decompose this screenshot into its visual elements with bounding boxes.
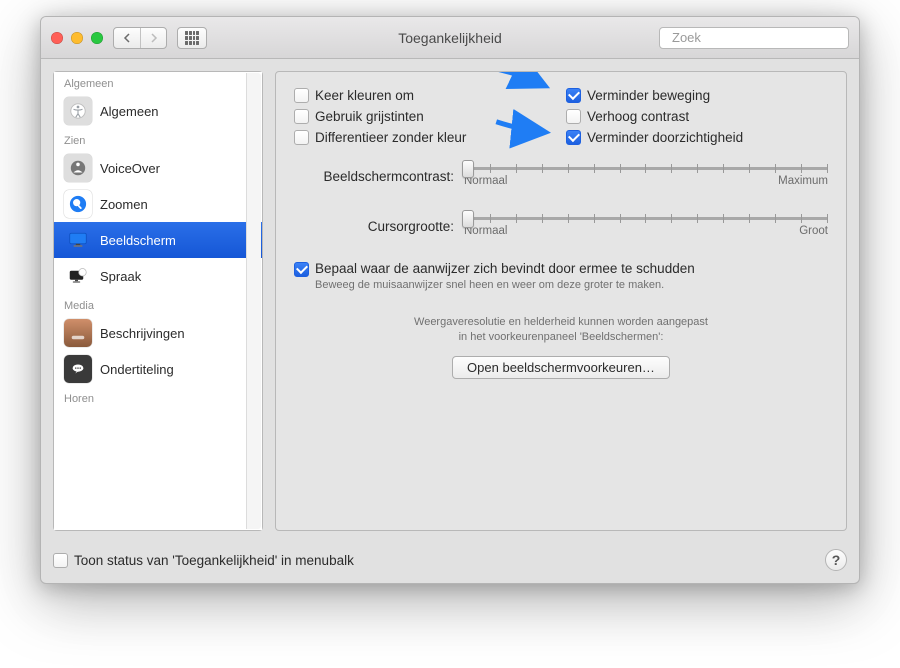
sidebar-item-label: Spraak — [100, 269, 141, 284]
sidebar-item-descriptions[interactable]: Beschrijvingen — [54, 315, 262, 351]
subtitles-icon — [64, 355, 92, 383]
slider-cursor-size: Cursorgrootte: Normaal Groot — [294, 211, 828, 241]
check-label: Gebruik grijstinten — [315, 109, 424, 124]
checkbox-icon — [53, 553, 68, 568]
slider-track[interactable]: Normaal Groot — [464, 211, 828, 241]
check-menubar-status[interactable]: Toon status van 'Toegankelijkheid' in me… — [53, 553, 354, 568]
sidebar-item-voiceover[interactable]: VoiceOver — [54, 150, 262, 186]
minimize-icon[interactable] — [71, 32, 83, 44]
slider-thumb[interactable] — [462, 210, 474, 228]
check-increase-contrast[interactable]: Verhoog contrast — [566, 109, 828, 124]
check-label: Verminder doorzichtigheid — [587, 130, 743, 145]
sidebar-heading-general: Algemeen — [54, 72, 262, 93]
sidebar: Algemeen Algemeen Zien VoiceOver — [53, 71, 263, 531]
sidebar-item-label: Zoomen — [100, 197, 148, 212]
checkbox-icon — [566, 130, 581, 145]
display-pane: Keer kleuren om Verminder beweging Gebru… — [275, 71, 847, 531]
descriptions-icon — [64, 319, 92, 347]
slider-label: Cursorgrootte: — [294, 219, 464, 234]
check-differentiate[interactable]: Differentieer zonder kleur — [294, 130, 556, 145]
sidebar-item-zoom[interactable]: Zoomen — [54, 186, 262, 222]
sidebar-item-label: Beschrijvingen — [100, 326, 185, 341]
sidebar-heading-seeing: Zien — [54, 129, 262, 150]
sidebar-item-subtitles[interactable]: Ondertiteling — [54, 351, 262, 387]
show-all-button[interactable] — [177, 27, 207, 49]
sidebar-item-label: Ondertiteling — [100, 362, 174, 377]
check-label: Verhoog contrast — [587, 109, 689, 124]
back-button[interactable] — [114, 28, 140, 48]
check-label: Verminder beweging — [587, 88, 710, 103]
slider-thumb[interactable] — [462, 160, 474, 178]
slider-track[interactable]: Normaal Maximum — [464, 161, 828, 191]
checkbox-icon — [294, 109, 309, 124]
sidebar-item-general[interactable]: Algemeen — [54, 93, 262, 129]
sidebar-heading-media: Media — [54, 294, 262, 315]
checkbox-icon — [294, 262, 309, 277]
forward-button[interactable] — [140, 28, 166, 48]
check-label: Keer kleuren om — [315, 88, 414, 103]
check-label: Differentieer zonder kleur — [315, 130, 466, 145]
search-field[interactable] — [659, 27, 849, 49]
body: Algemeen Algemeen Zien VoiceOver — [41, 59, 859, 543]
voiceover-icon — [64, 154, 92, 182]
titlebar: Toegankelijkheid — [41, 17, 859, 59]
slider-max-label: Groot — [799, 225, 828, 237]
check-invert-colors[interactable]: Keer kleuren om — [294, 88, 556, 103]
checkbox-icon — [566, 88, 581, 103]
checkbox-icon — [294, 88, 309, 103]
display-hint: Weergaveresolutie en helderheid kunnen w… — [294, 315, 828, 346]
window-footer: Toon status van 'Toegankelijkheid' in me… — [41, 543, 859, 583]
search-input[interactable] — [670, 29, 850, 46]
open-displays-prefs-button[interactable]: Open beeldschermvoorkeuren… — [452, 356, 670, 379]
help-button[interactable]: ? — [825, 549, 847, 571]
sidebar-heading-hearing: Horen — [54, 387, 262, 408]
zoom-icon — [64, 190, 92, 218]
accessibility-icon — [64, 97, 92, 125]
checkbox-icon — [566, 109, 581, 124]
zoom-icon[interactable] — [91, 32, 103, 44]
grid-icon — [185, 31, 199, 45]
window-controls — [51, 32, 103, 44]
display-icon — [64, 226, 92, 254]
check-shake-to-locate[interactable]: Bepaal waar de aanwijzer zich bevindt do… — [294, 261, 828, 277]
slider-max-label: Maximum — [778, 175, 828, 187]
checkbox-icon — [294, 130, 309, 145]
sidebar-item-label: Algemeen — [100, 104, 159, 119]
check-label: Bepaal waar de aanwijzer zich bevindt do… — [315, 261, 695, 276]
check-label: Toon status van 'Toegankelijkheid' in me… — [74, 553, 354, 568]
sidebar-item-speech[interactable]: Spraak — [54, 258, 262, 294]
sidebar-item-display[interactable]: Beeldscherm — [54, 222, 262, 258]
slider-display-contrast: Beeldschermcontrast: Normaal Maximum — [294, 161, 828, 191]
display-options: Keer kleuren om Verminder beweging Gebru… — [294, 88, 828, 145]
speech-icon — [64, 262, 92, 290]
check-grayscale[interactable]: Gebruik grijstinten — [294, 109, 556, 124]
check-reduce-transparency[interactable]: Verminder doorzichtigheid — [566, 130, 828, 145]
accessibility-window: Toegankelijkheid Algemeen — [40, 16, 860, 584]
nav-back-forward — [113, 27, 167, 49]
sidebar-scroll[interactable]: Algemeen Algemeen Zien VoiceOver — [54, 72, 262, 530]
sidebar-item-label: VoiceOver — [100, 161, 160, 176]
sidebar-item-label: Beeldscherm — [100, 233, 176, 248]
shake-subtext: Beweeg de muisaanwijzer snel heen en wee… — [315, 279, 828, 291]
check-reduce-motion[interactable]: Verminder beweging — [566, 88, 828, 103]
close-icon[interactable] — [51, 32, 63, 44]
slider-label: Beeldschermcontrast: — [294, 169, 464, 184]
